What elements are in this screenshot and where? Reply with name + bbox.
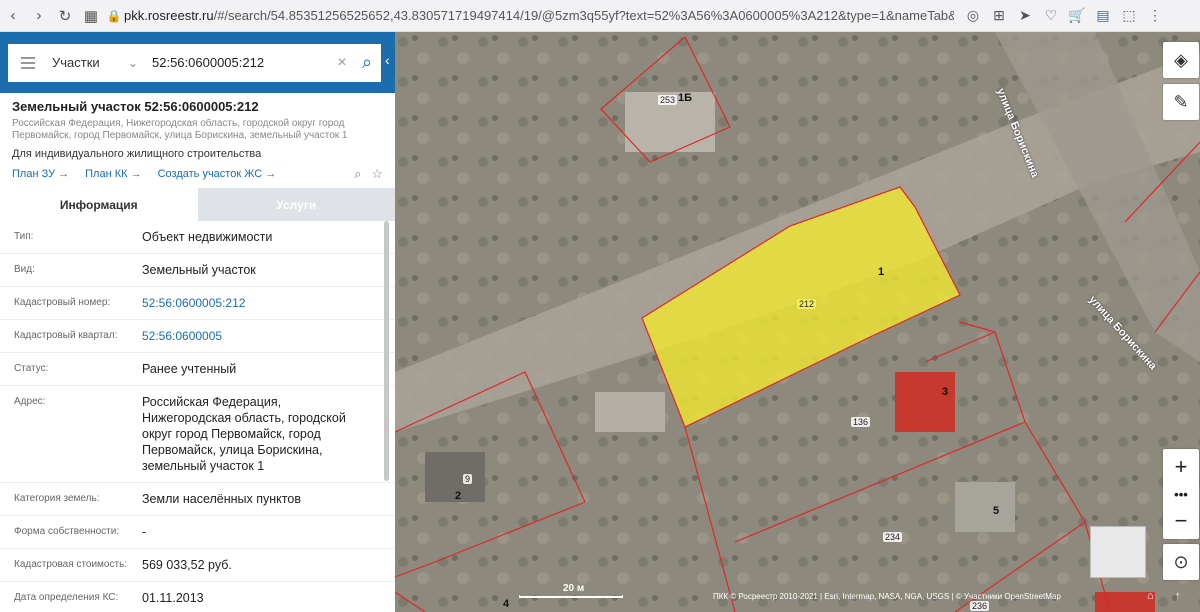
house-number: 1 (878, 266, 885, 278)
minimap[interactable] (1090, 526, 1146, 578)
search-header: Участки ⌄ 52:56:0600005:212 × ⌕ ‹ (0, 32, 395, 93)
reload-icon[interactable]: ↻ (52, 0, 78, 32)
info-row: Адрес: Российская Федерация, Нижегородска… (0, 386, 395, 483)
plot-number[interactable]: 136 (851, 417, 871, 427)
plot-number-selected[interactable]: 212 (797, 299, 817, 309)
scrollbar[interactable] (384, 221, 389, 481)
zoom-controls: + ••• − (1163, 449, 1199, 539)
info-row: Категория земель: Земли населённых пункто… (0, 483, 395, 516)
info-key: Вид: (14, 264, 35, 275)
layers-icon[interactable]: ◈ (1163, 42, 1199, 78)
object-title: Земельный участок 52:56:0600005:212 (12, 99, 259, 114)
house-number: 2 (455, 490, 462, 502)
info-row: Дата определения КС: 01.11.2013 (0, 582, 395, 612)
ruler-icon[interactable]: ✎ (1163, 84, 1199, 120)
more-menu-icon[interactable]: ⋮ (1142, 0, 1168, 32)
hamburger-menu-icon[interactable] (8, 56, 48, 69)
plot-number[interactable]: 9 (463, 474, 473, 484)
star-icon[interactable]: ☆ (371, 166, 383, 182)
info-key: Категория земель: (14, 493, 100, 504)
info-key: Кадастровый номер: (14, 297, 111, 308)
info-sidebar: Участки ⌄ 52:56:0600005:212 × ⌕ ‹ Земель… (0, 32, 395, 612)
back-icon[interactable]: ‹ (0, 0, 26, 32)
search-box: Участки ⌄ 52:56:0600005:212 × ⌕ (8, 43, 381, 82)
info-key: Тип: (14, 231, 34, 242)
search-type-select[interactable]: Участки (48, 55, 128, 70)
plan-zu-link[interactable]: План ЗУ → (12, 168, 69, 180)
favorite-heart-icon[interactable]: ♡ (1038, 0, 1064, 32)
info-value: Объект недвижимости (142, 230, 273, 244)
search-icon[interactable]: ⌕ (353, 52, 381, 73)
info-row: Кадастровый номер: 52:56:0600005:212 (0, 287, 395, 320)
scale-bar: 20 м (519, 583, 623, 599)
info-row: Кадастровый квартал: 52:56:0600005 (0, 320, 395, 353)
info-key: Кадастровый квартал: (14, 330, 118, 341)
more-tools-button[interactable]: ••• (1163, 485, 1199, 503)
info-value: Ранее учтенный (142, 362, 237, 376)
house-number: 1Б (678, 92, 693, 104)
map-view[interactable]: 212 253 136 234 9 236 1Б 1 3 2 5 4 улица… (395, 32, 1200, 612)
info-value: Земли населённых пунктов (142, 492, 301, 506)
info-row: Вид: Земельный участок (0, 254, 395, 287)
home-icon[interactable]: ⌂ (1147, 590, 1154, 602)
object-card: Земельный участок 52:56:0600005:212 Росс… (0, 93, 395, 182)
info-key: Дата определения КС: (14, 592, 119, 603)
share-icon[interactable]: ➤ (1012, 0, 1038, 32)
lock-icon[interactable]: 🔒 (104, 9, 124, 23)
cart-icon[interactable]: 🛒 (1064, 0, 1090, 32)
info-row: Кадастровая стоимость: 569 033,52 руб. (0, 549, 395, 582)
info-row: Тип: Объект недвижимости (0, 221, 395, 254)
search-doc-icon[interactable]: ⌕ (354, 166, 361, 182)
info-value-link[interactable]: 52:56:0600005:212 (142, 295, 367, 311)
forward-icon[interactable]: › (26, 0, 52, 32)
plan-kk-link[interactable]: План КК → (85, 168, 141, 180)
info-key: Кадастровая стоимость: (14, 559, 128, 570)
house-number: 5 (993, 505, 1000, 517)
plot-number[interactable]: 253 (658, 95, 678, 105)
box-extension-icon[interactable]: ⬚ (1116, 0, 1142, 32)
info-value: 01.11.2013 (142, 591, 204, 605)
apps-icon[interactable]: ▦ (78, 0, 104, 32)
house-number: 3 (942, 386, 949, 398)
compass-icon[interactable]: ⊙ (1163, 544, 1199, 580)
browser-toolbar: ‹ › ↻ ▦ 🔒 pkk.rosreestr.ru/#/search/54.8… (0, 0, 1200, 32)
info-list: Тип: Объект недвижимости Вид: Земельный уча… (0, 221, 395, 612)
info-key: Адрес: (14, 396, 46, 407)
info-value: Российская Федерация, Нижегородская обла… (142, 395, 346, 473)
create-plot-link[interactable]: Создать участок ЖС → (158, 168, 277, 180)
card-links: План ЗУ → План КК → Создать участок ЖС →… (12, 166, 383, 182)
house-number: 4 (503, 598, 510, 610)
map-attribution: ПКК © Росреестр 2010-2021 | Esri, Interm… (713, 592, 1061, 601)
search-input[interactable]: 52:56:0600005:212 (148, 55, 331, 70)
url-path: /#/search/54.85351256525652,43.830571719… (213, 8, 954, 23)
extension-icon[interactable]: ▤ (1090, 0, 1116, 32)
plot-number[interactable]: 234 (883, 532, 903, 542)
info-row: Форма собственности: - (0, 516, 395, 549)
object-use: Для индивидуального жилищного строительс… (12, 148, 262, 160)
info-value-link[interactable]: 52:56:0600005 (142, 328, 367, 344)
info-value: 569 033,52 руб. (142, 558, 232, 572)
camera-icon[interactable]: ◎ (960, 0, 986, 32)
tab-services[interactable]: Услуги (197, 188, 395, 221)
info-value: - (142, 525, 147, 539)
info-key: Статус: (14, 363, 49, 374)
scale-label: 20 м (563, 583, 585, 594)
info-key: Форма собственности: (14, 526, 120, 537)
zoom-in-button[interactable]: + (1163, 449, 1199, 485)
map-canvas (395, 32, 1200, 612)
zoom-out-button[interactable]: − (1163, 503, 1199, 539)
url-host: pkk.rosreestr.ru (124, 8, 214, 23)
collapse-panel-icon[interactable]: ‹ (385, 52, 395, 68)
translate-icon[interactable]: ⊞ (986, 0, 1012, 32)
plot-number[interactable]: 236 (970, 601, 990, 611)
clear-icon[interactable]: × (331, 54, 353, 72)
address-bar[interactable]: pkk.rosreestr.ru/#/search/54.85351256525… (124, 8, 954, 23)
info-row: Статус: Ранее учтенный (0, 353, 395, 386)
object-address: Российская Федерация, Нижегородская обла… (12, 118, 348, 141)
info-value: Земельный участок (142, 263, 256, 277)
tab-bar: Информация Услуги (0, 188, 395, 221)
arrow-up-icon[interactable]: ↑ (1175, 590, 1181, 602)
tab-information[interactable]: Информация (0, 188, 198, 221)
chevron-down-icon[interactable]: ⌄ (128, 56, 148, 70)
